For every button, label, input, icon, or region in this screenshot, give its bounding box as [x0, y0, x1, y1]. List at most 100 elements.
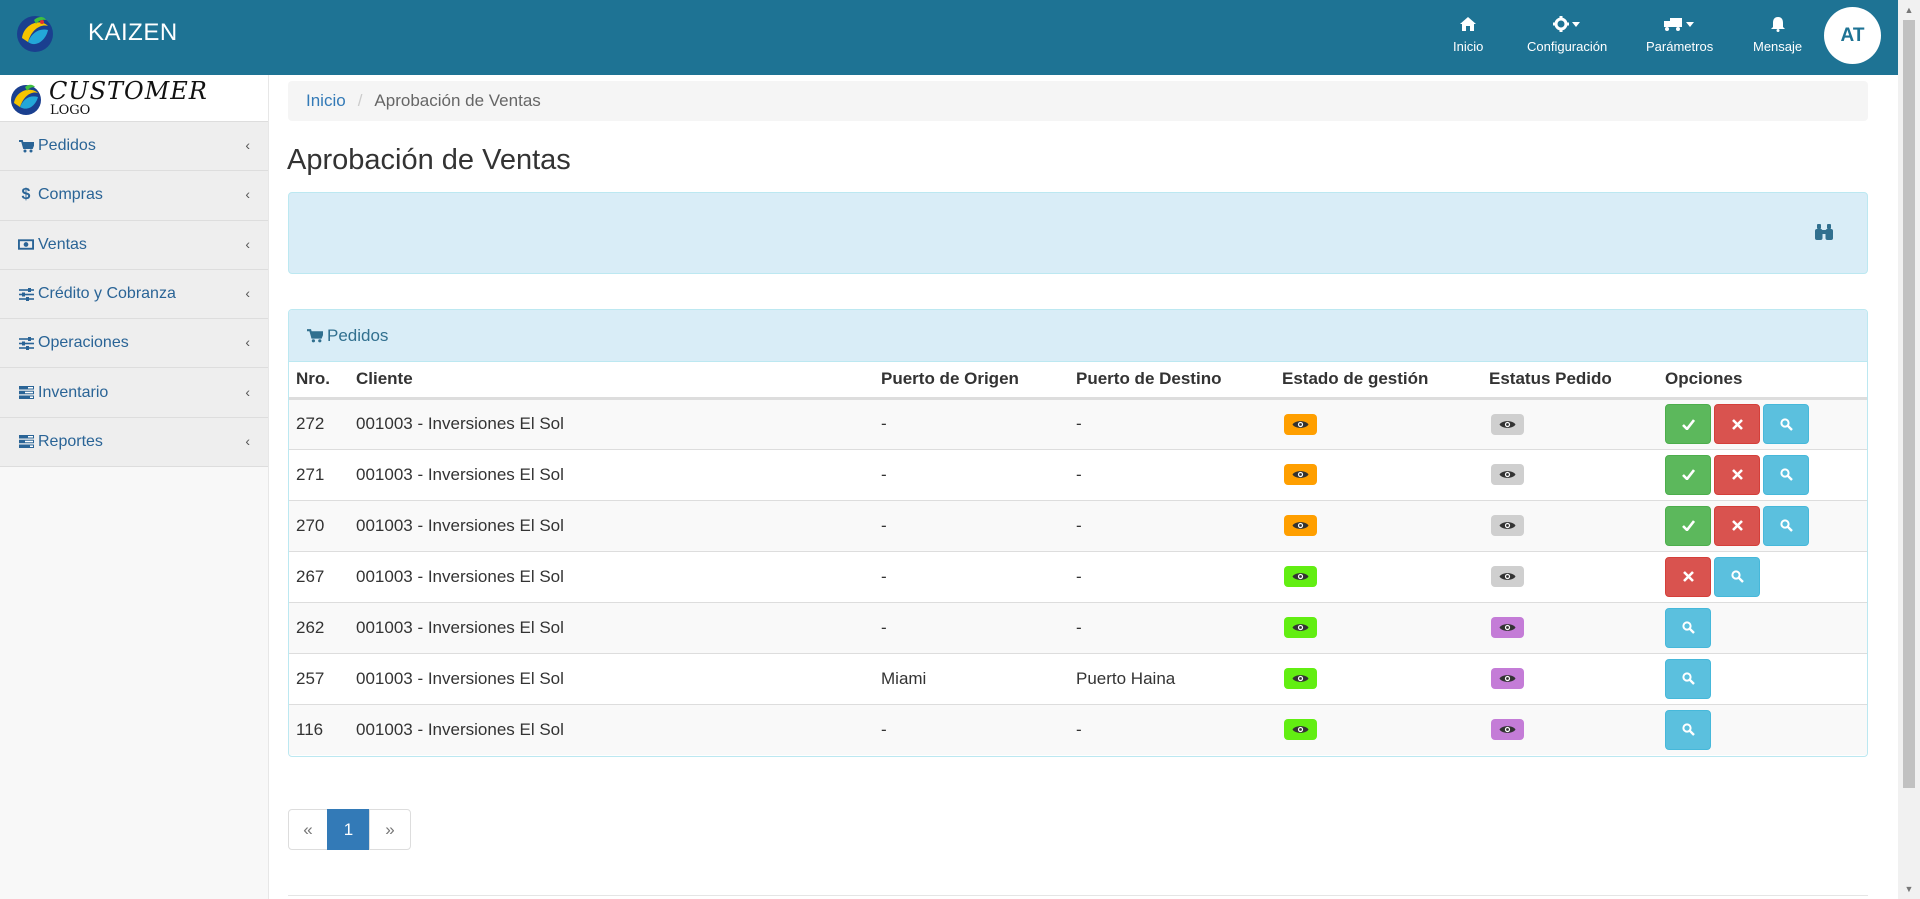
- search-icon: [1681, 723, 1695, 737]
- sidebar-item-label: Reportes: [38, 432, 103, 450]
- reject-button[interactable]: [1665, 556, 1711, 597]
- nav-inicio[interactable]: Inicio: [1453, 14, 1483, 54]
- eye-icon: [1499, 520, 1516, 531]
- reject-button[interactable]: [1714, 505, 1760, 546]
- cell-cliente: 001003 - Inversiones El Sol: [349, 448, 874, 500]
- breadcrumb-home-link[interactable]: Inicio: [306, 91, 346, 111]
- view-button[interactable]: [1665, 658, 1711, 699]
- estado-gestion-badge[interactable]: [1284, 413, 1317, 435]
- reject-button[interactable]: [1714, 404, 1760, 444]
- cell-nro: 270: [289, 499, 349, 551]
- search-icon: [1779, 519, 1793, 532]
- sidebar-item-credito-cobranza[interactable]: Crédito y Cobranza ‹: [0, 269, 268, 320]
- eye-icon: [1292, 622, 1309, 633]
- cell-cliente: 001003 - Inversiones El Sol: [349, 499, 874, 551]
- cell-puerto-origen: -: [874, 397, 1069, 449]
- sidebar-item-ventas[interactable]: Ventas ‹: [0, 220, 268, 270]
- table-row: 257 001003 - Inversiones El Sol Miami Puert…: [289, 652, 1867, 704]
- sidebar-item-inventario[interactable]: Inventario ‹: [0, 368, 268, 418]
- view-button[interactable]: [1763, 454, 1809, 495]
- column-header[interactable]: Puerto de Destino: [1069, 362, 1275, 400]
- estado-gestion-badge[interactable]: [1284, 515, 1317, 536]
- eye-icon: [1499, 724, 1516, 735]
- view-button[interactable]: [1714, 556, 1760, 597]
- sidebar-item-label: Compras: [38, 186, 103, 204]
- estado-gestion-badge[interactable]: [1284, 668, 1317, 689]
- customer-logo: CUSTOMER LOGO: [0, 75, 268, 122]
- user-avatar[interactable]: AT: [1824, 7, 1881, 64]
- eye-icon: [1499, 622, 1516, 633]
- nav-mensaje[interactable]: Mensaje: [1753, 14, 1802, 54]
- estatus-pedido-badge[interactable]: [1491, 668, 1524, 689]
- scroll-down-arrow-icon[interactable]: ▼: [1903, 883, 1915, 895]
- reject-button[interactable]: [1714, 454, 1760, 495]
- close-icon: [1682, 571, 1694, 582]
- breadcrumb-current: Aprobación de Ventas: [374, 91, 541, 110]
- estado-gestion-badge[interactable]: [1284, 719, 1317, 741]
- approve-button[interactable]: [1665, 404, 1711, 444]
- close-icon: [1731, 418, 1743, 430]
- top-navbar: KAIZEN Inicio Configuración Parámetros M…: [0, 0, 1898, 75]
- pagination-prev-button[interactable]: «: [288, 809, 328, 850]
- cell-nro: 267: [289, 550, 349, 602]
- scroll-up-arrow-icon[interactable]: ▲: [1903, 4, 1915, 16]
- nav-parametros[interactable]: Parámetros: [1646, 14, 1713, 54]
- estatus-pedido-badge[interactable]: [1491, 617, 1524, 638]
- cell-cliente: 001003 - Inversiones El Sol: [349, 703, 874, 755]
- estatus-pedido-badge[interactable]: [1491, 719, 1524, 741]
- table-row: 270 001003 - Inversiones El Sol - -: [289, 499, 1867, 551]
- column-header[interactable]: Estatus Pedido: [1482, 362, 1658, 400]
- estatus-pedido-badge[interactable]: [1491, 464, 1524, 485]
- cell-estatus-pedido: [1482, 499, 1658, 551]
- sidebar-item-operaciones[interactable]: Operaciones ‹: [0, 319, 268, 369]
- cell-opciones: [1658, 550, 1867, 602]
- estado-gestion-badge[interactable]: [1284, 617, 1317, 638]
- customer-logo-icon: [11, 84, 41, 115]
- column-header: Opciones: [1658, 362, 1867, 400]
- column-header[interactable]: Estado de gestión: [1275, 362, 1482, 400]
- orders-table-body: 272 001003 - Inversiones El Sol - -271 00100…: [289, 397, 1867, 755]
- view-button[interactable]: [1763, 404, 1809, 444]
- view-button[interactable]: [1665, 607, 1711, 648]
- check-icon: [1681, 520, 1695, 531]
- column-header[interactable]: Cliente: [349, 362, 874, 400]
- scroll-thumb[interactable]: [1903, 20, 1915, 788]
- brand[interactable]: KAIZEN: [14, 12, 178, 54]
- estatus-pedido-badge[interactable]: [1491, 413, 1524, 435]
- cell-puerto-origen: -: [874, 448, 1069, 500]
- pagination-page-button[interactable]: 1: [327, 809, 370, 850]
- column-header[interactable]: Nro.: [289, 362, 349, 400]
- cell-cliente: 001003 - Inversiones El Sol: [349, 652, 874, 704]
- sliders-icon: [18, 336, 34, 350]
- cell-cliente: 001003 - Inversiones El Sol: [349, 397, 874, 449]
- cell-estado-gestion: [1275, 601, 1482, 653]
- estado-gestion-badge[interactable]: [1284, 566, 1317, 587]
- eye-icon: [1499, 673, 1516, 684]
- nav-configuracion[interactable]: Configuración: [1527, 14, 1607, 54]
- estatus-pedido-badge[interactable]: [1491, 566, 1524, 587]
- eye-icon: [1499, 419, 1516, 430]
- close-icon: [1731, 469, 1743, 480]
- pagination-next-button[interactable]: »: [369, 809, 411, 850]
- estatus-pedido-badge[interactable]: [1491, 515, 1524, 536]
- table-row: 272 001003 - Inversiones El Sol - -: [289, 397, 1867, 449]
- sidebar-item-reportes[interactable]: Reportes ‹: [0, 417, 268, 468]
- breadcrumb: Inicio / Aprobación de Ventas: [288, 81, 1868, 121]
- sidebar-item-compras[interactable]: $ Compras ‹: [0, 171, 268, 221]
- chevron-left-icon: ‹: [245, 137, 250, 154]
- approve-button[interactable]: [1665, 505, 1711, 546]
- cell-estado-gestion: [1275, 499, 1482, 551]
- sidebar-item-pedidos[interactable]: Pedidos ‹: [0, 122, 268, 172]
- binoculars-icon[interactable]: [1815, 223, 1833, 246]
- brand-name: KAIZEN: [88, 19, 178, 46]
- column-header[interactable]: Puerto de Origen: [874, 362, 1069, 400]
- view-button[interactable]: [1665, 709, 1711, 750]
- cell-opciones: [1658, 397, 1867, 449]
- cell-estado-gestion: [1275, 550, 1482, 602]
- page-scrollbar[interactable]: ▲ ▼: [1898, 0, 1920, 899]
- approve-button[interactable]: [1665, 454, 1711, 495]
- estado-gestion-badge[interactable]: [1284, 464, 1317, 485]
- cell-opciones: [1658, 448, 1867, 500]
- cell-puerto-destino: -: [1069, 550, 1275, 602]
- view-button[interactable]: [1763, 505, 1809, 546]
